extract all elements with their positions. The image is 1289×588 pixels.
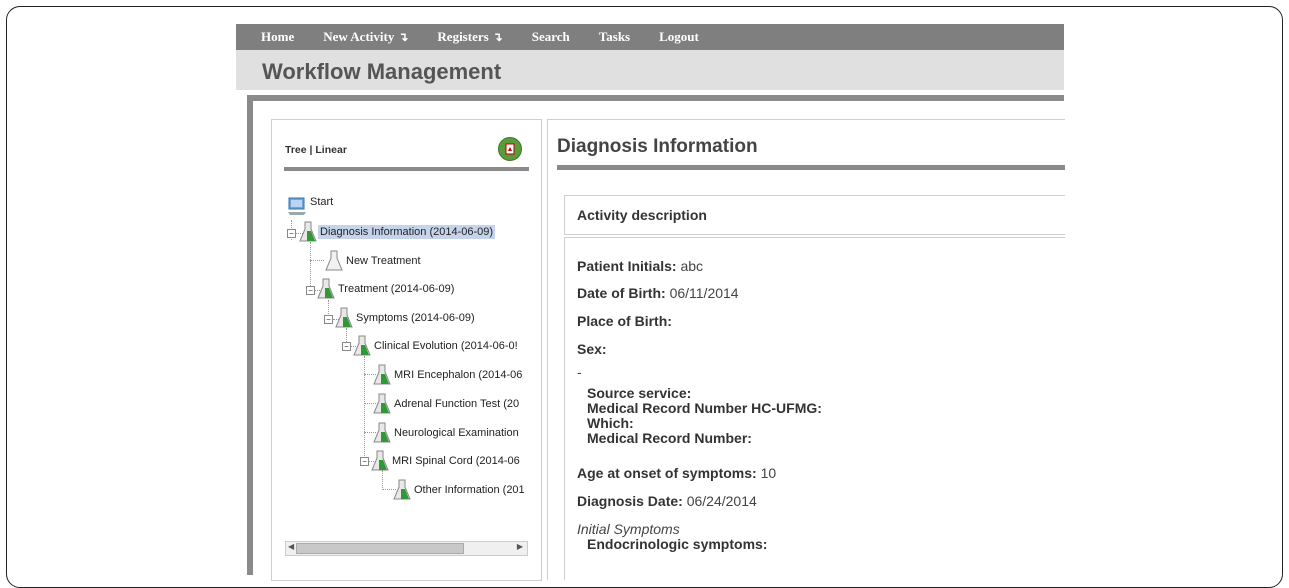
field-which: Which: bbox=[587, 415, 634, 431]
tree-node-symptoms[interactable]: Symptoms (2014-06-09) bbox=[334, 307, 477, 329]
tree-node-label: Symptoms (2014-06-09) bbox=[356, 312, 475, 324]
nav-search-label: Search bbox=[531, 29, 570, 44]
field-endocrinologic-symptoms: Endocrinologic symptoms: bbox=[587, 536, 768, 552]
flask-icon bbox=[371, 450, 389, 471]
tree-node-other-information[interactable]: Other Information (201 bbox=[392, 479, 527, 501]
field-label: Date of Birth: bbox=[577, 285, 666, 301]
nav-logout-label: Logout bbox=[659, 29, 699, 44]
tree-panel: Tree | Linear − − − − − Start Diagnosis … bbox=[271, 119, 542, 581]
tree-node-label: Other Information (201 bbox=[414, 484, 525, 496]
collapse-toggle[interactable]: − bbox=[360, 457, 369, 466]
collapse-toggle[interactable]: − bbox=[287, 229, 296, 238]
field-label: Place of Birth: bbox=[577, 313, 672, 329]
tree-node-start[interactable]: Start bbox=[286, 196, 335, 216]
field-date-of-birth: Date of Birth: 06/11/2014 bbox=[577, 285, 739, 301]
field-source-service: Source service: bbox=[587, 385, 692, 401]
field-patient-initials: Patient Initials: abc bbox=[577, 258, 703, 274]
field-label: Patient Initials: bbox=[577, 258, 677, 274]
nav-home[interactable]: Home bbox=[261, 29, 294, 45]
scroll-left-icon[interactable]: ◀ bbox=[288, 542, 294, 551]
tree-node-label: MRI Encephalon (2014-06 bbox=[394, 369, 523, 381]
field-age-onset: Age at onset of symptoms: 10 bbox=[577, 465, 776, 481]
field-label: Sex: bbox=[577, 341, 607, 357]
tree-node-label: Start bbox=[310, 196, 334, 208]
flask-icon bbox=[353, 335, 371, 356]
tree-node-adrenal[interactable]: Adrenal Function Test (20 bbox=[372, 393, 521, 415]
dropdown-arrow-icon: ↴ bbox=[492, 30, 503, 44]
field-label: Diagnosis Date: bbox=[577, 493, 683, 509]
tree-node-mri-spinal[interactable]: MRI Spinal Cord (2014-06 bbox=[370, 450, 522, 472]
nav-registers[interactable]: Registers ↴ bbox=[437, 29, 502, 45]
flask-icon bbox=[373, 393, 391, 414]
activity-description-header: Activity description bbox=[564, 195, 1065, 235]
collapse-toggle[interactable]: − bbox=[306, 286, 315, 295]
top-navbar: Home New Activity ↴ Registers ↴ Search Tas… bbox=[236, 24, 1064, 50]
scroll-right-icon[interactable]: ▶ bbox=[517, 542, 523, 551]
field-value: 06/11/2014 bbox=[669, 285, 739, 301]
field-sex: Sex: bbox=[577, 341, 607, 357]
section-initial-symptoms: Initial Symptoms bbox=[577, 521, 680, 537]
nav-new-activity-label: New Activity bbox=[323, 29, 395, 44]
field-label: Age at onset of symptoms: bbox=[577, 465, 757, 481]
nav-new-activity[interactable]: New Activity ↴ bbox=[323, 29, 408, 45]
collapse-toggle[interactable]: − bbox=[324, 315, 333, 324]
scrollbar-thumb[interactable] bbox=[296, 543, 464, 554]
dropdown-arrow-icon: ↴ bbox=[398, 30, 409, 44]
flask-icon bbox=[373, 422, 391, 443]
tree-node-treatment[interactable]: Treatment (2014-06-09) bbox=[316, 278, 456, 300]
title-bar: Workflow Management bbox=[236, 50, 1064, 90]
page-title: Workflow Management bbox=[262, 59, 502, 84]
flask-icon bbox=[373, 364, 391, 385]
tree-node-mri-encephalon[interactable]: MRI Encephalon (2014-06 bbox=[372, 364, 524, 386]
tree-node-diagnosis[interactable]: Diagnosis Information (2014-06-09) bbox=[298, 221, 496, 243]
flask-icon bbox=[335, 307, 353, 328]
tree-node-clinical-evolution[interactable]: Clinical Evolution (2014-06-0! bbox=[352, 335, 520, 357]
tree-node-new-treatment[interactable]: New Treatment bbox=[324, 250, 423, 272]
field-diagnosis-date: Diagnosis Date: 06/24/2014 bbox=[577, 493, 757, 509]
activity-tree: − − − − − Start Diagnosis Information (2… bbox=[272, 120, 541, 580]
card-header-label: Activity description bbox=[577, 207, 707, 223]
nav-registers-label: Registers bbox=[437, 29, 489, 44]
empty-flask-icon bbox=[325, 250, 343, 271]
detail-panel: Diagnosis Information Activity descripti… bbox=[547, 119, 1065, 580]
nav-tasks[interactable]: Tasks bbox=[599, 29, 630, 45]
field-medical-record-number: Medical Record Number: bbox=[587, 430, 752, 446]
nav-tasks-label: Tasks bbox=[598, 29, 631, 44]
tree-node-neurological[interactable]: Neurological Examination bbox=[372, 422, 521, 444]
field-value: abc bbox=[680, 258, 704, 274]
field-place-of-birth: Place of Birth: bbox=[577, 313, 672, 329]
computer-icon bbox=[288, 197, 306, 215]
nav-home-label: Home bbox=[261, 29, 295, 44]
tree-node-label: Diagnosis Information (2014-06-09) bbox=[318, 225, 496, 239]
flask-icon bbox=[393, 479, 411, 500]
tree-node-label: Adrenal Function Test (20 bbox=[394, 398, 520, 410]
field-mrn-hc-ufmg: Medical Record Number HC-UFMG: bbox=[587, 400, 822, 416]
flask-icon bbox=[299, 221, 317, 242]
tree-node-label: Treatment (2014-06-09) bbox=[338, 283, 455, 295]
nav-search[interactable]: Search bbox=[532, 29, 570, 45]
flask-icon bbox=[317, 278, 335, 299]
field-value: 06/24/2014 bbox=[686, 493, 757, 509]
collapse-toggle[interactable]: − bbox=[342, 342, 351, 351]
empty-value-dash: - bbox=[577, 364, 582, 380]
tree-node-label: Clinical Evolution (2014-06-0! bbox=[374, 340, 518, 352]
detail-divider bbox=[557, 165, 1065, 170]
activity-description-body: Patient Initials: abc Date of Birth: 06/… bbox=[564, 237, 1065, 580]
nav-logout[interactable]: Logout bbox=[659, 29, 699, 45]
tree-node-label: Neurological Examination bbox=[394, 427, 519, 439]
tree-node-label: MRI Spinal Cord (2014-06 bbox=[392, 455, 520, 467]
field-value: 10 bbox=[760, 465, 777, 481]
detail-title: Diagnosis Information bbox=[557, 136, 758, 157]
tree-node-label: New Treatment bbox=[346, 255, 421, 267]
horizontal-scrollbar[interactable]: ◀ ▶ bbox=[285, 541, 528, 556]
